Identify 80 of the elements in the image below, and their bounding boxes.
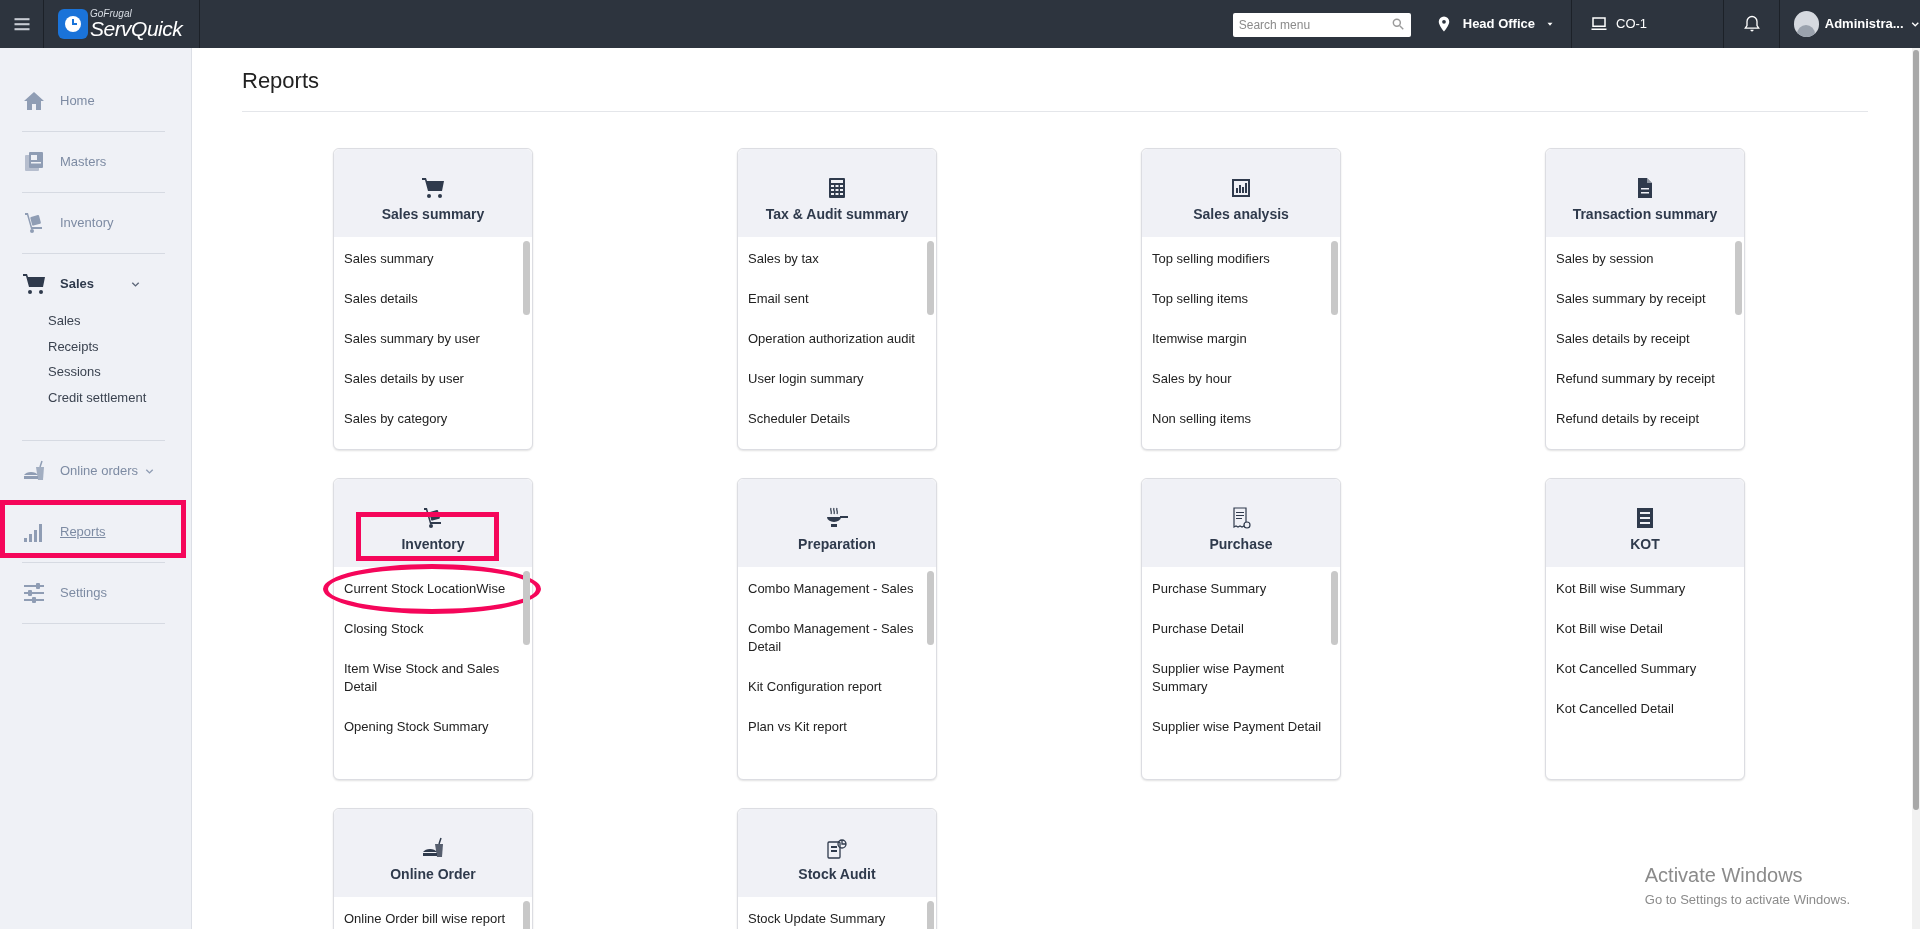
food-drink-icon [421, 836, 445, 860]
report-link[interactable]: Sales summary by receipt [1546, 279, 1744, 319]
bar-chart-icon [1229, 176, 1253, 200]
report-link[interactable]: Top selling items [1142, 279, 1340, 319]
report-link[interactable]: Purchase Detail [1142, 609, 1340, 649]
cart-icon [421, 176, 445, 200]
report-link[interactable]: Supplier wise Payment Detail [1142, 707, 1340, 747]
location-dropdown[interactable]: Head Office [1434, 0, 1572, 48]
report-link[interactable]: Stock Update Summary [738, 899, 936, 929]
scrollbar-thumb[interactable] [1331, 241, 1338, 315]
report-link[interactable]: Sales details [334, 279, 532, 319]
report-link[interactable]: User login summary [738, 359, 936, 399]
report-link[interactable]: Sales by hour [1142, 359, 1340, 399]
report-link[interactable]: Supplier wise Payment Summary [1142, 649, 1340, 707]
card-title: Sales summary [381, 205, 485, 224]
card-title: Online Order [390, 865, 476, 884]
scrollbar-thumb[interactable] [523, 571, 530, 645]
scrollbar-thumb[interactable] [1331, 571, 1338, 645]
report-link[interactable]: Sales details by receipt [1546, 319, 1744, 359]
report-link[interactable]: Operation authorization audit [738, 319, 936, 359]
report-link[interactable]: Kit Configuration report [738, 667, 936, 707]
avatar-icon [1794, 11, 1819, 37]
card-title: Sales analysis [1193, 205, 1289, 224]
submenu-item[interactable]: Sessions [48, 359, 191, 385]
report-link[interactable]: Sales by tax [738, 239, 936, 279]
report-link[interactable]: Kot Bill wise Summary [1546, 569, 1744, 609]
report-link[interactable]: Sales summary [334, 239, 532, 279]
report-link[interactable]: Non selling items [1142, 399, 1340, 439]
report-link[interactable]: Refund details by receipt [1546, 399, 1744, 439]
report-link[interactable]: Sales by category [334, 399, 532, 439]
report-link[interactable]: Item Wise Stock and Sales Detail [334, 649, 532, 707]
bell-icon [1741, 14, 1762, 34]
submenu-item[interactable]: Credit settlement [48, 384, 191, 410]
page-title: Reports [242, 48, 1868, 112]
submenu-item[interactable]: Receipts [48, 333, 191, 359]
report-link[interactable]: Online Order bill wise report [334, 899, 532, 929]
terminal-button[interactable]: CO-1 [1572, 0, 1724, 48]
report-link[interactable]: Sales details by user [334, 359, 532, 399]
card-title: Transaction summary [1572, 205, 1718, 224]
newspaper-icon [22, 150, 46, 174]
report-link[interactable]: Refund summary by receipt [1546, 359, 1744, 399]
report-link[interactable]: Opening Stock Summary [334, 707, 532, 747]
report-link[interactable]: Plan vs Kit report [738, 707, 936, 747]
report-link[interactable]: Combo Management - Sales [738, 569, 936, 609]
computer-icon [1590, 15, 1608, 33]
page-scrollbar[interactable] [1912, 48, 1920, 929]
user-menu[interactable]: Administra... [1780, 0, 1920, 48]
food-drink-icon [22, 459, 46, 483]
scrollbar-thumb[interactable] [523, 241, 530, 315]
logo-subtitle: GoFrugal [90, 9, 133, 19]
card-title: Stock Audit [798, 865, 876, 884]
report-link[interactable]: Scheduler Details [738, 399, 936, 439]
frying-pan-icon [825, 506, 849, 530]
report-link[interactable]: Combo Management - Sales Detail [738, 609, 936, 667]
clipboard-icon [825, 836, 849, 860]
report-link[interactable]: Kot Cancelled Detail [1546, 689, 1744, 729]
report-link[interactable]: Top selling modifiers [1142, 239, 1340, 279]
scrollbar-thumb[interactable] [927, 241, 934, 315]
cart-icon [22, 272, 46, 296]
card-title: Preparation [798, 535, 876, 554]
sliders-icon [22, 581, 46, 605]
report-link[interactable]: Kot Cancelled Summary [1546, 649, 1744, 689]
activation-text: Go to Settings to activate Windows. [1644, 890, 1850, 909]
search-icon [1390, 17, 1405, 31]
card-title: KOT [1630, 535, 1660, 554]
activation-title: Activate Windows [1644, 862, 1804, 888]
scrollbar-thumb[interactable] [927, 571, 934, 645]
logo-title: ServQuick [90, 18, 183, 39]
search-field[interactable]: Search menu [1232, 13, 1411, 37]
card-title: Inventory [401, 535, 465, 554]
report-link[interactable]: Purchase Summary [1142, 569, 1340, 609]
report-link[interactable]: Sales by session [1546, 239, 1744, 279]
report-link[interactable]: Itemwise margin [1142, 319, 1340, 359]
card-title: Purchase [1209, 535, 1273, 554]
card-title: Tax & Audit summary [765, 205, 909, 224]
report-link[interactable]: Kot Bill wise Detail [1546, 609, 1744, 649]
house-icon [22, 89, 46, 113]
report-link[interactable]: Sales summary by user [334, 319, 532, 359]
scrollbar-thumb[interactable] [1735, 241, 1742, 315]
report-link[interactable]: Email sent [738, 279, 936, 319]
